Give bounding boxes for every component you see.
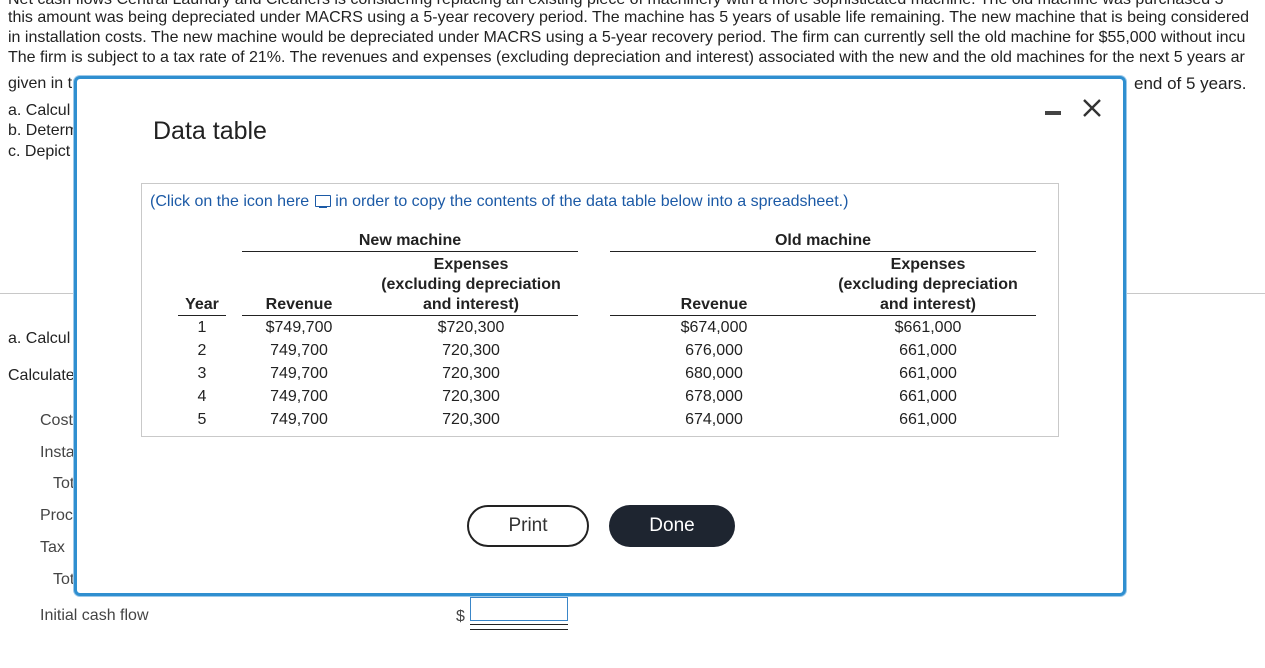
- initial-cash-flow-label: Initial cash flow: [40, 607, 149, 624]
- problem-line-1: this amount was being depreciated under …: [8, 9, 1249, 26]
- cell-old-revenue: 678,000: [685, 388, 743, 405]
- cell-old-revenue: $674,000: [680, 319, 748, 336]
- print-button[interactable]: Print: [467, 505, 589, 547]
- cell-old-expenses: 661,000: [899, 388, 957, 405]
- cell-year: 2: [197, 342, 207, 359]
- cell-year: 4: [197, 388, 207, 405]
- cell-new-revenue: 749,700: [270, 411, 328, 428]
- problem-line-4-right: end of 5 years.: [1134, 74, 1247, 93]
- dollar-sign: $: [456, 608, 465, 625]
- dialog-title: Data table: [153, 117, 267, 145]
- double-underline: [470, 624, 568, 630]
- cell-old-revenue: 676,000: [685, 342, 743, 359]
- cell-new-revenue: 749,700: [270, 365, 328, 382]
- row-total-cost-label: Tot: [53, 475, 75, 492]
- expenses-line-2: (excluding depreciation: [381, 276, 561, 293]
- cell-old-expenses: 661,000: [899, 411, 957, 428]
- data-table-panel: (Click on the icon here in order to copy …: [141, 183, 1059, 437]
- item-a: a. Calcul: [8, 102, 71, 119]
- cell-year: 3: [197, 365, 207, 382]
- col-header-new-revenue: Revenue: [265, 296, 333, 313]
- group-rule-old: [610, 251, 1036, 252]
- row-installation-label: Insta: [40, 444, 75, 461]
- initial-cash-flow-input[interactable]: [470, 597, 568, 621]
- row-cost-label: Cost: [40, 412, 73, 429]
- expenses-line-1: Expenses: [433, 256, 509, 273]
- cell-new-expenses: 720,300: [442, 342, 500, 359]
- item-b: b. Determ: [8, 122, 79, 139]
- col-header-year: Year: [185, 296, 219, 313]
- minimize-icon[interactable]: [1041, 99, 1065, 123]
- col-header-new-expenses: Expenses (excluding depreciation and int…: [364, 255, 578, 315]
- cell-old-expenses: 661,000: [899, 365, 957, 382]
- cell-new-revenue: 749,700: [270, 342, 328, 359]
- group-rule-new: [242, 251, 578, 252]
- cell-new-expenses: 720,300: [442, 411, 500, 428]
- expenses-line-1: Expenses: [890, 256, 966, 273]
- problem-line-0: Net cash flows Central Laundry and Clean…: [8, 0, 1223, 9]
- col-header-old-revenue: Revenue: [680, 296, 748, 313]
- group-header-new-machine: New machine: [358, 232, 462, 249]
- done-button[interactable]: Done: [609, 505, 735, 547]
- row-total-proceeds-label: Tot: [53, 571, 75, 588]
- cell-old-expenses: 661,000: [899, 342, 957, 359]
- problem-line-2: in installation costs. The new machine w…: [8, 29, 1246, 46]
- cell-new-expenses: 720,300: [442, 365, 500, 382]
- row-tax-label: Tax: [40, 539, 65, 556]
- problem-line-4-left: given in t: [8, 75, 73, 92]
- calculate-label: Calculate: [8, 367, 75, 384]
- cell-old-expenses: $661,000: [894, 319, 962, 336]
- expenses-line-2: (excluding depreciation: [838, 276, 1018, 293]
- expenses-line-3: and interest): [422, 296, 519, 313]
- row-proceeds-label: Proc: [40, 507, 73, 524]
- col-header-old-expenses: Expenses (excluding depreciation and int…: [820, 255, 1036, 315]
- cell-new-revenue: 749,700: [270, 388, 328, 405]
- cell-old-revenue: 680,000: [685, 365, 743, 382]
- item-c: c. Depict: [8, 143, 71, 160]
- cell-year: 5: [197, 411, 207, 428]
- cell-year: 1: [197, 319, 207, 336]
- cell-new-revenue: $749,700: [265, 319, 333, 336]
- cell-new-expenses: $720,300: [437, 319, 505, 336]
- data-table: New machine Old machine Year Revenue Exp…: [142, 184, 1058, 436]
- section-a-label: a. Calcul: [8, 330, 71, 347]
- data-table-dialog: Data table (Click on the icon here in ord…: [74, 76, 1126, 596]
- close-icon[interactable]: [1077, 93, 1107, 123]
- group-header-old-machine: Old machine: [774, 232, 872, 249]
- cell-old-revenue: 674,000: [685, 411, 743, 428]
- cell-new-expenses: 720,300: [442, 388, 500, 405]
- problem-line-3: The firm is subject to a tax rate of 21%…: [8, 49, 1245, 66]
- expenses-line-3: and interest): [879, 296, 976, 313]
